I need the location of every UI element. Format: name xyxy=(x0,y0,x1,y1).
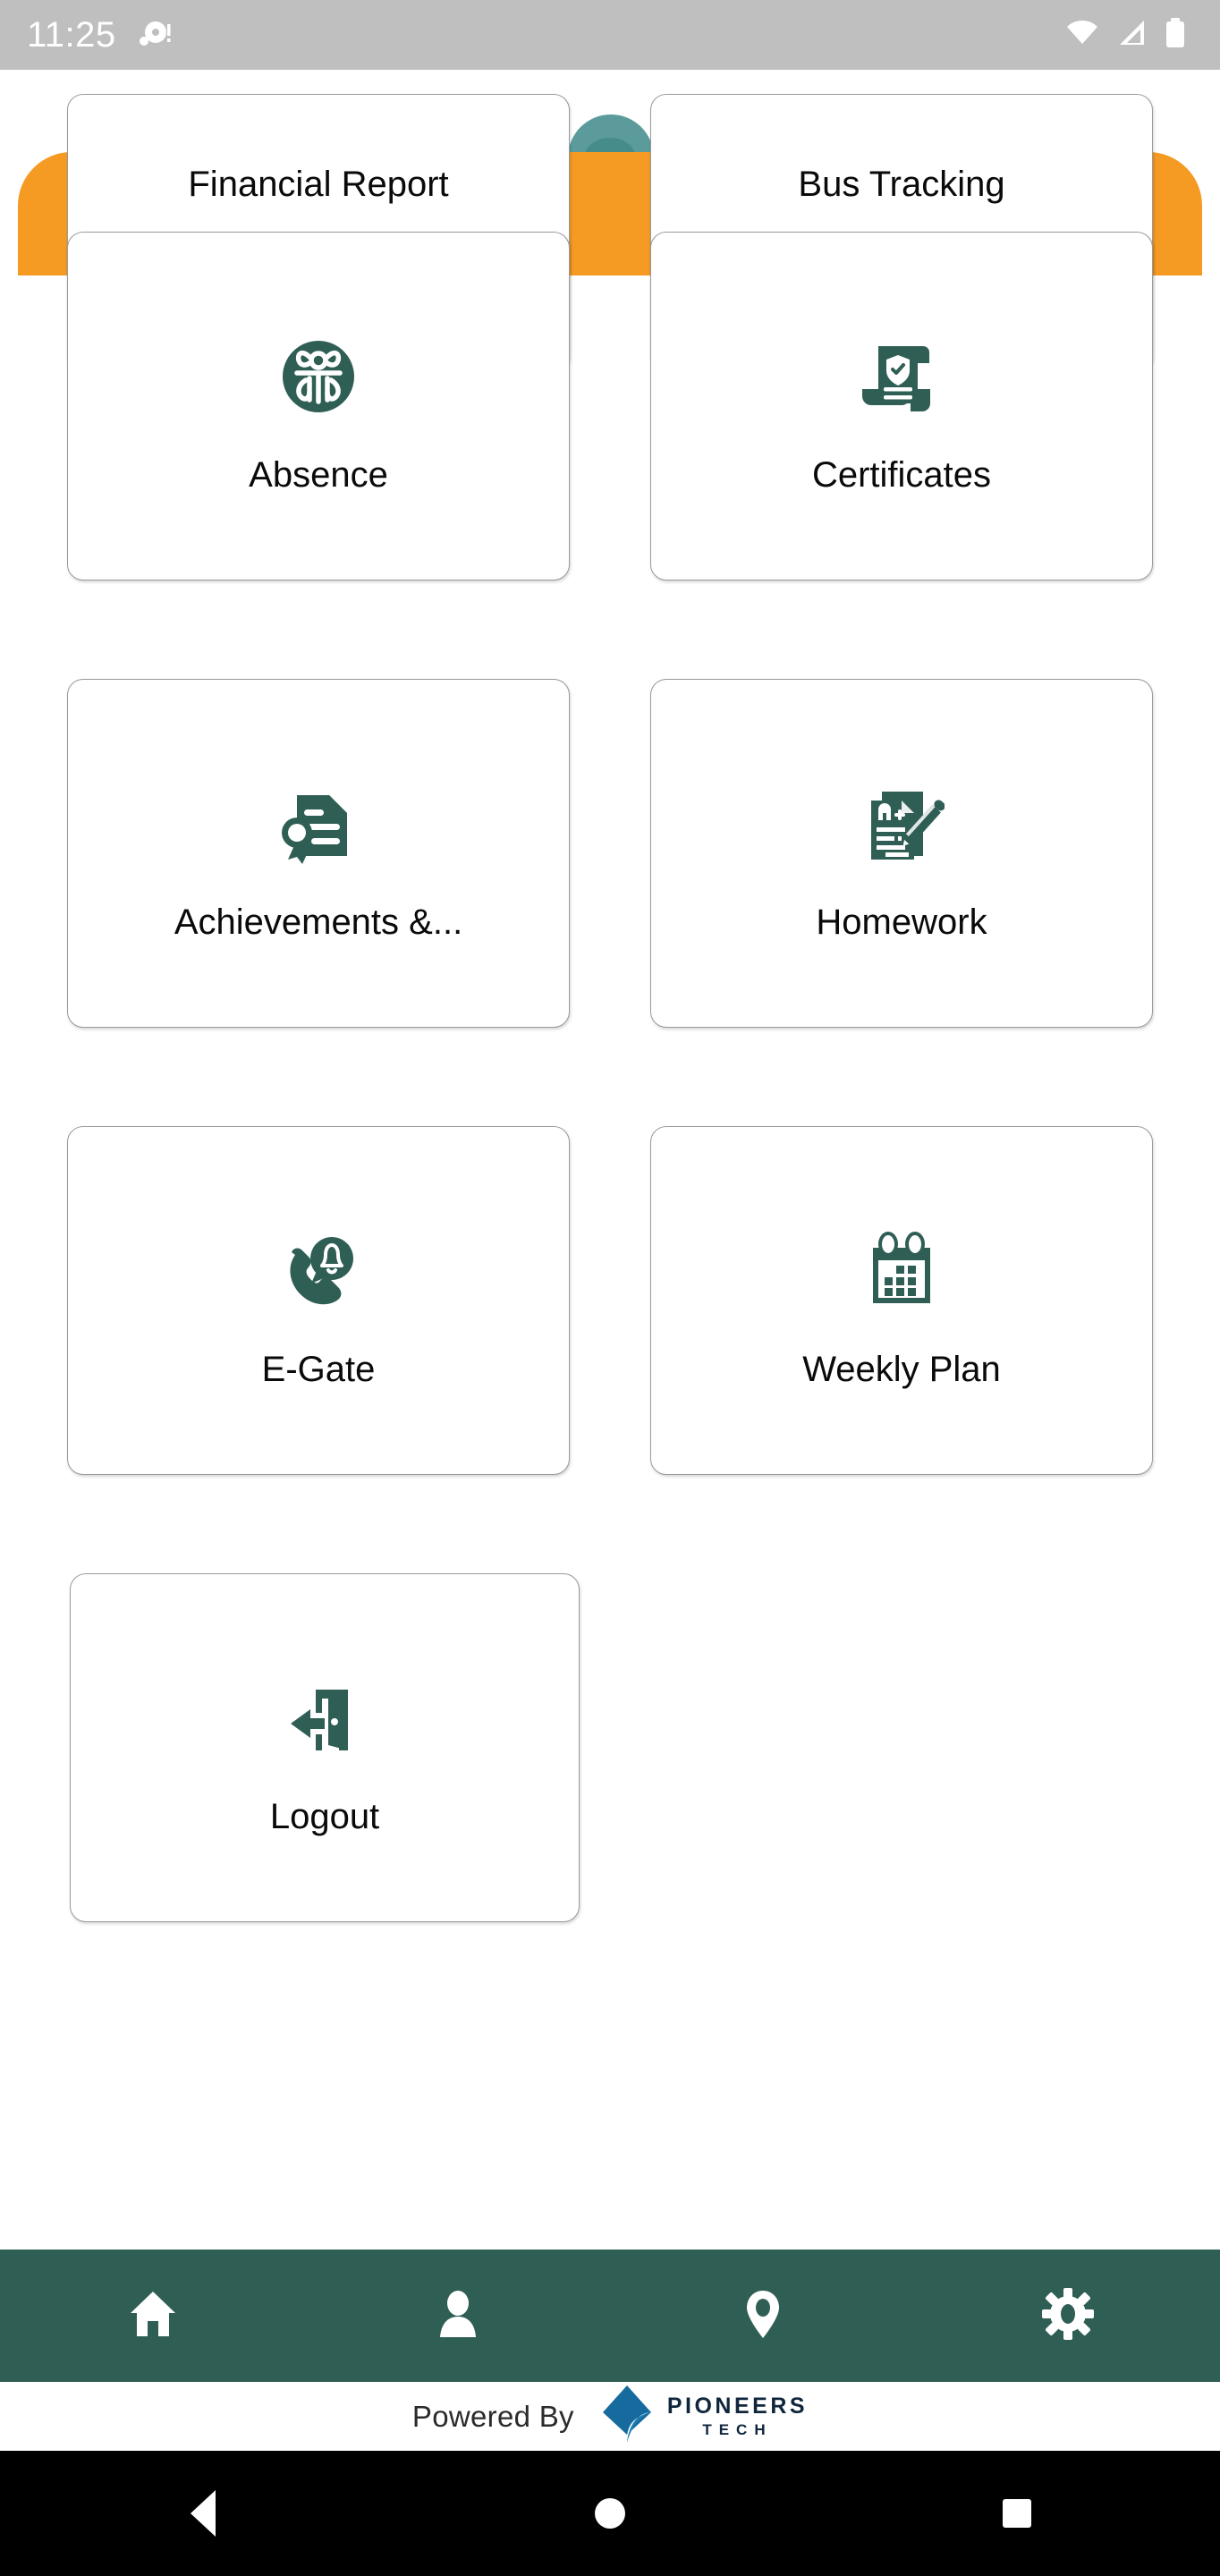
tile-label: Certificates xyxy=(811,455,992,495)
tile-egate[interactable]: E-Gate xyxy=(67,1126,570,1475)
app-content: Financial Report Bus Tracking Absence Ce… xyxy=(0,70,1220,2453)
android-recents-button[interactable] xyxy=(813,2499,1220,2528)
android-system-nav xyxy=(0,2451,1220,2576)
grid-row-5: Logout xyxy=(0,1573,1220,1922)
nav-item-settings[interactable] xyxy=(915,2286,1220,2346)
person-icon xyxy=(430,2286,486,2346)
pioneers-tech-brand: PIONEERS TECH xyxy=(599,2383,808,2450)
tile-label: E-Gate xyxy=(261,1350,376,1389)
tile-label: Homework xyxy=(816,902,987,942)
grid-row-4: E-Gate Weekly Plan xyxy=(0,1126,1220,1475)
recents-square-icon xyxy=(1002,2499,1031,2528)
wifi-icon xyxy=(1064,15,1100,55)
grid-row-2: Absence Certificates xyxy=(0,232,1220,580)
achievements-award-document-icon xyxy=(275,765,361,883)
tile-achievements[interactable]: Achievements &... xyxy=(67,679,570,1028)
brand-name: PIONEERS xyxy=(666,2394,809,2419)
grid-row-3: Achievements &... Homework xyxy=(0,679,1220,1028)
pioneers-diamond-logo xyxy=(599,2383,655,2450)
tile-label: Achievements &... xyxy=(174,902,463,942)
tile-certificates[interactable]: Certificates xyxy=(650,232,1153,580)
home-circle-icon xyxy=(595,2498,625,2529)
tile-label: Absence xyxy=(249,455,388,495)
status-bar: 11:25 xyxy=(0,0,1220,70)
brand-subtitle: TECH xyxy=(702,2421,773,2438)
powered-by-label: Powered By xyxy=(411,2399,574,2433)
bottom-nav-notch xyxy=(0,2224,308,2250)
homework-paper-pencil-icon xyxy=(859,765,945,883)
tile-homework[interactable]: Homework xyxy=(650,679,1153,1028)
map-pin-icon xyxy=(735,2286,791,2346)
nav-item-location[interactable] xyxy=(610,2286,915,2346)
absence-person-badge-icon xyxy=(275,318,361,436)
gear-icon xyxy=(1040,2286,1096,2346)
bottom-navigation-bar xyxy=(0,2250,1220,2382)
tile-label: Logout xyxy=(269,1797,380,1836)
android-back-button[interactable] xyxy=(0,2490,407,2537)
android-home-button[interactable] xyxy=(407,2498,814,2529)
tile-logout[interactable]: Logout xyxy=(70,1573,580,1922)
certificate-scroll-shield-icon xyxy=(859,318,945,436)
tile-weekly-plan[interactable]: Weekly Plan xyxy=(650,1126,1153,1475)
weekly-plan-calendar-icon xyxy=(859,1212,945,1330)
camera-notification-icon xyxy=(136,15,172,55)
logout-door-arrow-icon xyxy=(282,1659,368,1777)
status-bar-right xyxy=(1064,15,1199,55)
tile-absence[interactable]: Absence xyxy=(67,232,570,580)
battery-icon xyxy=(1163,15,1188,55)
cellular-signal-icon xyxy=(1114,15,1148,55)
nav-item-home[interactable] xyxy=(0,2286,305,2346)
status-bar-left: 11:25 xyxy=(27,15,172,55)
back-triangle-icon xyxy=(191,2490,216,2537)
home-icon xyxy=(125,2286,181,2346)
tile-label: Financial Report xyxy=(188,165,449,204)
tile-label: Weekly Plan xyxy=(802,1350,1001,1389)
tile-label: Bus Tracking xyxy=(798,165,1005,204)
nav-item-profile[interactable] xyxy=(305,2286,610,2346)
powered-by-footer: Powered By PIONEERS TECH xyxy=(0,2382,1220,2451)
status-bar-clock: 11:25 xyxy=(27,15,116,55)
egate-phone-bell-icon xyxy=(275,1212,361,1330)
pioneers-tech-wordmark: PIONEERS TECH xyxy=(666,2394,809,2438)
